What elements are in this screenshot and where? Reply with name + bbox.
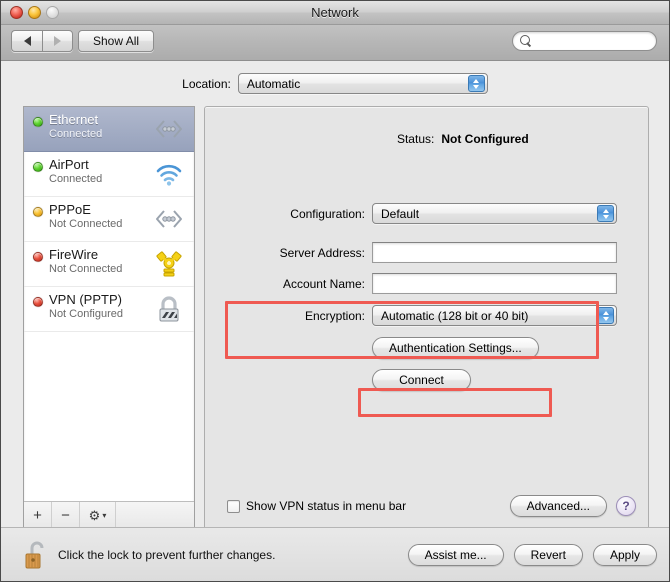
forward-button[interactable] [42, 30, 73, 52]
revert-label: Revert [530, 547, 566, 562]
panel-footer-row: Show VPN status in menu bar Advanced... … [227, 495, 636, 517]
sidebar-toolbar: + − ⚙ ▾ [24, 501, 194, 529]
question-mark-icon: ? [622, 499, 630, 513]
firewire-icon [152, 248, 186, 280]
revert-button[interactable]: Revert [513, 543, 583, 566]
stepper-arrows-icon [597, 205, 614, 222]
plus-icon: + [33, 507, 42, 524]
connect-label: Connect [399, 373, 444, 387]
configuration-value: Default [381, 206, 420, 221]
ethernet-icon [152, 203, 186, 235]
gear-icon: ⚙ [88, 507, 101, 523]
stepper-arrows-icon [467, 75, 485, 92]
configuration-row: Configuration: Default [227, 203, 617, 224]
configuration-label: Configuration: [290, 206, 365, 221]
airport-wifi-icon [152, 158, 186, 190]
configuration-popup-button[interactable]: Default [372, 203, 617, 224]
status-value: Not Configured [441, 132, 529, 146]
sidebar-item-pppoe[interactable]: PPPoE Not Connected [24, 197, 194, 242]
show-vpn-status-label: Show VPN status in menu bar [246, 499, 407, 513]
service-status: Not Connected [49, 217, 123, 230]
status-dot-icon [33, 207, 43, 217]
preferences-content: Location: Automatic Ethernet Connected A… [1, 61, 669, 540]
account-name-row: Account Name: [227, 273, 617, 294]
authentication-settings-button[interactable]: Authentication Settings... [372, 337, 539, 359]
vpn-lock-icon [152, 293, 186, 325]
service-name: VPN (PPTP) [49, 292, 122, 307]
add-service-button[interactable]: + [24, 502, 52, 529]
chevron-right-icon [54, 36, 61, 46]
server-address-row: Server Address: [227, 242, 617, 263]
server-address-label: Server Address: [279, 245, 365, 260]
encryption-label: Encryption: [304, 308, 365, 323]
search-input[interactable] [532, 32, 669, 50]
sidebar-item-firewire[interactable]: FireWire Not Connected [24, 242, 194, 287]
window-title: Network [311, 5, 359, 20]
stepper-arrows-icon [597, 307, 614, 324]
advanced-label: Advanced... [526, 499, 590, 513]
status-dot-icon [33, 297, 43, 307]
status-label: Status: [396, 132, 435, 146]
unlocked-padlock-icon[interactable] [23, 540, 49, 570]
service-status: Not Configured [49, 307, 123, 320]
remove-service-button[interactable]: − [52, 502, 80, 529]
apply-button[interactable]: Apply [592, 543, 657, 566]
apply-label: Apply [609, 547, 640, 562]
service-name: FireWire [49, 247, 99, 262]
assist-me-button[interactable]: Assist me... [407, 543, 504, 566]
ethernet-icon [152, 113, 186, 145]
assist-me-label: Assist me... [424, 547, 487, 562]
status-dot-icon [33, 252, 43, 262]
network-preferences-window: Network Show All Location: Automatic Eth… [0, 0, 670, 582]
location-value: Automatic [246, 76, 301, 91]
sidebar-toolbar-filler [116, 502, 194, 529]
status-dot-icon [33, 162, 43, 172]
encryption-popup-button[interactable]: Automatic (128 bit or 40 bit) [372, 305, 617, 326]
navigation-buttons [11, 30, 73, 52]
chevron-down-icon: ▾ [102, 511, 107, 520]
services-list: Ethernet Connected AirPort Connected PPP… [24, 107, 194, 501]
authentication-settings-label: Authentication Settings... [389, 341, 522, 355]
window-bottom-bar: Click the lock to prevent further change… [1, 527, 669, 581]
chevron-left-icon [23, 36, 31, 46]
show-all-button[interactable]: Show All [78, 30, 155, 52]
search-field[interactable] [512, 31, 669, 51]
window-toolbar: Show All [1, 25, 669, 61]
service-name: Ethernet [49, 112, 99, 127]
service-name: AirPort [49, 157, 89, 172]
advanced-button[interactable]: Advanced... [509, 495, 607, 517]
window-titlebar: Network [1, 1, 669, 25]
show-vpn-status-checkbox-row[interactable]: Show VPN status in menu bar [227, 499, 406, 513]
services-sidebar: Ethernet Connected AirPort Connected PPP… [23, 106, 195, 530]
encryption-value: Automatic (128 bit or 40 bit) [381, 308, 529, 323]
back-button[interactable] [11, 30, 42, 52]
service-status: Connected [49, 127, 103, 140]
location-row: Location: Automatic [1, 73, 669, 94]
show-all-label: Show All [93, 34, 140, 48]
show-vpn-status-checkbox[interactable] [227, 499, 240, 513]
status-row: Status: Not Configured [205, 132, 648, 146]
lock-hint-text: Click the lock to prevent further change… [58, 547, 276, 562]
service-actions-button[interactable]: ⚙ ▾ [80, 502, 116, 529]
location-popup-button[interactable]: Automatic [237, 73, 488, 94]
vpn-settings-panel: Status: Not Configured Configuration: De… [204, 106, 649, 530]
sidebar-item-ethernet[interactable]: Ethernet Connected [24, 107, 194, 152]
connect-button[interactable]: Connect [372, 369, 471, 391]
encryption-row: Encryption: Automatic (128 bit or 40 bit… [227, 305, 617, 326]
minus-icon: − [61, 507, 70, 524]
service-status: Not Connected [49, 262, 123, 275]
help-button[interactable]: ? [616, 496, 636, 516]
service-status: Connected [49, 172, 103, 185]
sidebar-item-airport[interactable]: AirPort Connected [24, 152, 194, 197]
sidebar-item-vpn-pptp[interactable]: VPN (PPTP) Not Configured [24, 287, 194, 332]
account-name-input[interactable] [372, 273, 617, 294]
status-dot-icon [33, 117, 43, 127]
search-icon [520, 35, 532, 47]
server-address-input[interactable] [372, 242, 617, 263]
service-name: PPPoE [49, 202, 91, 217]
location-label: Location: [182, 76, 231, 91]
account-name-label: Account Name: [282, 276, 365, 291]
